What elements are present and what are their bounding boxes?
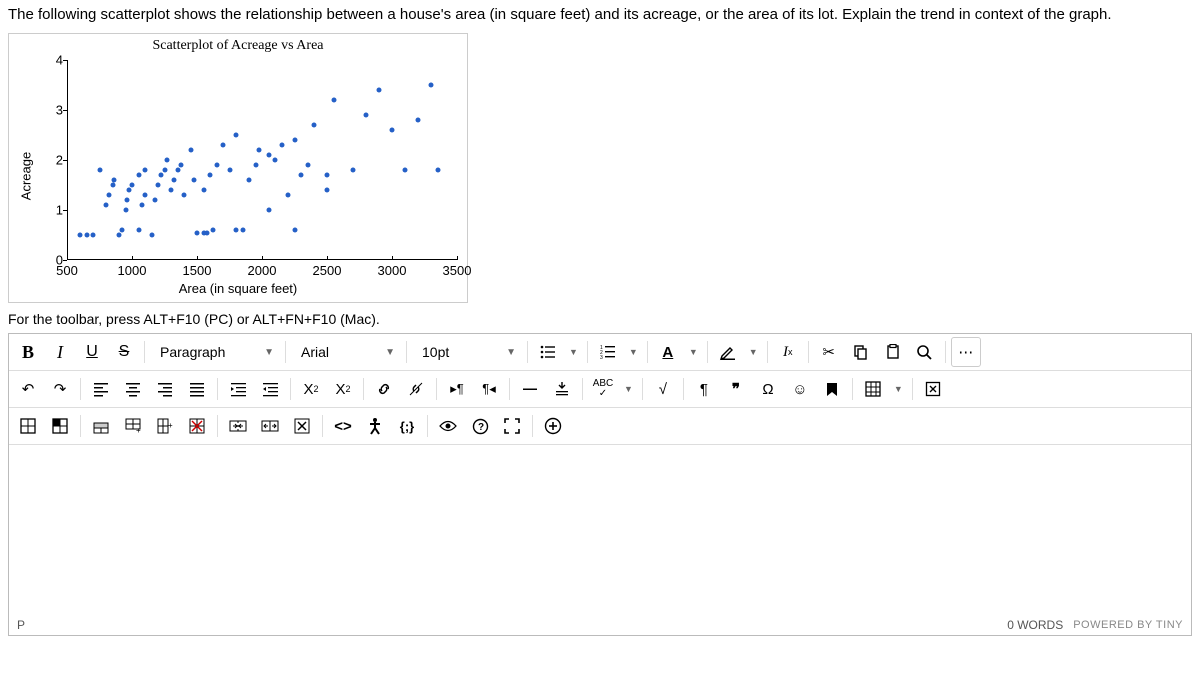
- question-prompt: The following scatterplot shows the rela…: [0, 0, 1200, 33]
- cut-button[interactable]: ✂: [814, 337, 844, 367]
- row-below-button[interactable]: +: [118, 411, 148, 441]
- font-family-select[interactable]: Arial▼: [291, 337, 401, 367]
- rtl-button[interactable]: ¶◂: [474, 374, 504, 404]
- element-path[interactable]: P: [17, 618, 25, 632]
- toolbar-row-2: ↶ ↷ X2 X2 ▸¶ ¶◂ ABC✓ ▼ √ ¶ ❞ Ω ☺ ▼: [9, 371, 1191, 408]
- editor-content-area[interactable]: [9, 445, 1191, 615]
- split-button[interactable]: [255, 411, 285, 441]
- outdent-button[interactable]: [255, 374, 285, 404]
- copy-button[interactable]: [846, 337, 876, 367]
- number-list-button[interactable]: 123: [593, 337, 623, 367]
- table-insert-button[interactable]: [13, 411, 43, 441]
- y-axis-label: Acreage: [18, 152, 33, 200]
- chevron-down-icon[interactable]: ▼: [625, 337, 642, 367]
- powered-by[interactable]: POWERED BY TINY: [1073, 619, 1183, 631]
- indent-button[interactable]: [223, 374, 253, 404]
- find-button[interactable]: [910, 337, 940, 367]
- add-button[interactable]: [538, 411, 568, 441]
- svg-text:+: +: [136, 426, 141, 434]
- table-button[interactable]: [858, 374, 888, 404]
- font-size-select[interactable]: 10pt▼: [412, 337, 522, 367]
- code-button[interactable]: <>: [328, 411, 358, 441]
- superscript-button[interactable]: X2: [296, 374, 326, 404]
- text-color-button[interactable]: A: [653, 337, 683, 367]
- svg-text:?: ?: [478, 422, 484, 433]
- preview-button[interactable]: [433, 411, 463, 441]
- ltr-button[interactable]: ▸¶: [442, 374, 472, 404]
- plot-area: [67, 60, 457, 260]
- col-insert-button[interactable]: +: [150, 411, 180, 441]
- special-char-button[interactable]: Ω: [753, 374, 783, 404]
- row-delete-button[interactable]: [182, 411, 212, 441]
- chevron-down-icon: ▼: [385, 347, 395, 358]
- table-props-button[interactable]: [45, 411, 75, 441]
- fullscreen-button[interactable]: [497, 411, 527, 441]
- hr-button[interactable]: [515, 374, 545, 404]
- chevron-down-icon: ▼: [264, 347, 274, 358]
- chevron-down-icon[interactable]: ▼: [620, 374, 637, 404]
- italic-button[interactable]: I: [45, 337, 75, 367]
- anchor-button[interactable]: [817, 374, 847, 404]
- spellcheck-button[interactable]: ABC✓: [588, 374, 618, 404]
- word-count[interactable]: 0 WORDS: [1007, 618, 1063, 632]
- row-above-button[interactable]: [86, 411, 116, 441]
- help-button[interactable]: ?: [465, 411, 495, 441]
- align-right-button[interactable]: [150, 374, 180, 404]
- align-left-button[interactable]: [86, 374, 116, 404]
- x-axis-label: Area (in square feet): [15, 281, 461, 296]
- bold-button[interactable]: B: [13, 337, 43, 367]
- chart-title: Scatterplot of Acreage vs Area: [15, 38, 461, 54]
- paste-button[interactable]: [878, 337, 908, 367]
- insert-button[interactable]: [547, 374, 577, 404]
- redo-button[interactable]: ↷: [45, 374, 75, 404]
- accessibility-button[interactable]: [360, 411, 390, 441]
- rich-text-editor: B I U S Paragraph▼ Arial▼ 10pt▼ ▼ 123 ▼ …: [8, 333, 1192, 636]
- block-format-select[interactable]: Paragraph▼: [150, 337, 280, 367]
- blockquote-button[interactable]: ❞: [721, 374, 751, 404]
- chevron-down-icon[interactable]: ▼: [745, 337, 762, 367]
- undo-button[interactable]: ↶: [13, 374, 43, 404]
- equation-button[interactable]: √: [648, 374, 678, 404]
- toolbar-row-3: + + <> {;} ?: [9, 408, 1191, 445]
- subscript-button[interactable]: X2: [328, 374, 358, 404]
- chevron-down-icon[interactable]: ▼: [565, 337, 582, 367]
- toolbar-row-1: B I U S Paragraph▼ Arial▼ 10pt▼ ▼ 123 ▼ …: [9, 334, 1191, 371]
- code-sample-button[interactable]: {;}: [392, 411, 422, 441]
- link-button[interactable]: [369, 374, 399, 404]
- align-justify-button[interactable]: [182, 374, 212, 404]
- chevron-down-icon[interactable]: ▼: [685, 337, 702, 367]
- underline-button[interactable]: U: [77, 337, 107, 367]
- close-box-button[interactable]: [918, 374, 948, 404]
- strikethrough-button[interactable]: S: [109, 337, 139, 367]
- paragraph-marks-button[interactable]: ¶: [689, 374, 719, 404]
- chevron-down-icon[interactable]: ▼: [890, 374, 907, 404]
- chevron-down-icon: ▼: [506, 347, 516, 358]
- align-center-button[interactable]: [118, 374, 148, 404]
- status-bar: P 0 WORDS POWERED BY TINY: [9, 615, 1191, 635]
- bullet-list-button[interactable]: [533, 337, 563, 367]
- svg-text:3: 3: [600, 355, 603, 361]
- table-delete-button[interactable]: [287, 411, 317, 441]
- more-button[interactable]: ⋯: [951, 337, 981, 367]
- unlink-button[interactable]: [401, 374, 431, 404]
- toolbar-hint: For the toolbar, press ALT+F10 (PC) or A…: [0, 307, 1200, 333]
- highlight-button[interactable]: [713, 337, 743, 367]
- merge-button[interactable]: [223, 411, 253, 441]
- clear-formatting-button[interactable]: Ix: [773, 337, 803, 367]
- emoji-button[interactable]: ☺: [785, 374, 815, 404]
- scatterplot: Scatterplot of Acreage vs Area Acreage A…: [8, 33, 468, 303]
- svg-text:+: +: [168, 421, 173, 430]
